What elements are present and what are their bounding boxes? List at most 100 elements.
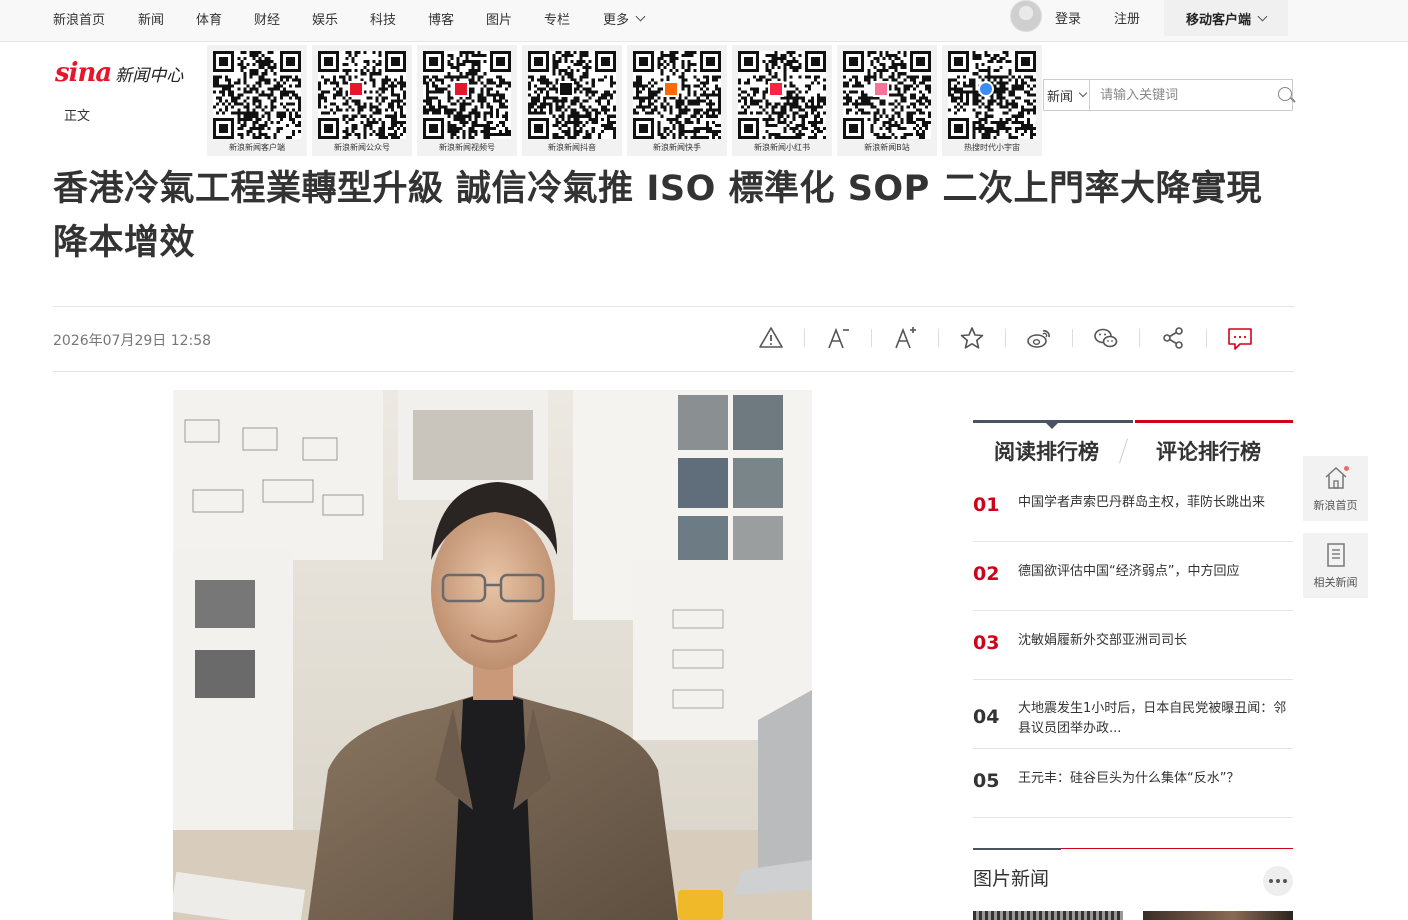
toolbar-divider: [938, 329, 939, 347]
search-box: 新闻: [1043, 79, 1293, 111]
xiaohongshu-icon: [768, 81, 784, 97]
rank-headline[interactable]: 沈敏娟履新外交部亚洲司司长: [1018, 631, 1290, 651]
qr-code-image: [948, 51, 1036, 139]
article-list-icon: [1326, 542, 1345, 567]
bilibili-icon: [873, 81, 889, 97]
mobile-client-dropdown[interactable]: 移动客户端: [1164, 0, 1288, 36]
toolbar-divider: [1139, 329, 1140, 347]
weibo-icon[interactable]: [1020, 320, 1058, 356]
article-photo: [173, 390, 812, 920]
rank-headline[interactable]: 大地震发生1小时后，日本自民党被曝丑闻：邻县议员团举办政...: [1018, 699, 1290, 739]
nav-link-news[interactable]: 新闻: [138, 9, 164, 28]
font-smaller-icon[interactable]: [819, 320, 857, 356]
chevron-down-icon: [1257, 11, 1268, 21]
float-home-label: 新浪首页: [1313, 498, 1358, 512]
nav-link-column[interactable]: 专栏: [544, 9, 570, 28]
chevron-down-icon: [635, 11, 646, 22]
user-avatar[interactable]: [1010, 0, 1042, 32]
register-link[interactable]: 注册: [1114, 8, 1140, 27]
rank-headline[interactable]: 王元丰：硅谷巨头为什么集体“反水”？: [1018, 769, 1290, 789]
nav-link-home[interactable]: 新浪首页: [53, 9, 105, 28]
article-title: 香港冷氣工程業轉型升級 誠信冷氣推 ISO 標準化 SOP 二次上門率大降實現降…: [53, 169, 1263, 263]
qr-label: 新浪新闻抖音: [548, 143, 596, 152]
photo-news-thumbnail[interactable]: [1143, 911, 1293, 920]
article-photo-image: [173, 390, 812, 920]
toolbar-divider: [871, 329, 872, 347]
qr-label: 新浪新闻客户端: [229, 143, 285, 152]
nav-link-ent[interactable]: 娱乐: [312, 9, 338, 28]
notification-dot: [1344, 466, 1349, 471]
divider: [53, 306, 1294, 307]
qr-card[interactable]: 新浪新闻小红书: [732, 45, 832, 156]
nav-more-dropdown[interactable]: 更多: [603, 9, 646, 28]
mobile-client-label: 移动客户端: [1185, 12, 1251, 28]
ranking-tabs: 阅读排行榜 评论排行榜: [973, 420, 1293, 466]
qr-label: 热搜时代小宇宙: [964, 143, 1020, 152]
toolbar-divider: [1072, 329, 1073, 347]
qr-card[interactable]: 新浪新闻抖音: [522, 45, 622, 156]
sina-news-logo[interactable]: sina 新闻中心: [55, 58, 183, 88]
rank-headline[interactable]: 德国欲评估中国“经济弱点”，中方回应: [1018, 562, 1290, 582]
float-home-button[interactable]: 新浪首页: [1303, 456, 1368, 521]
rank-number: 04: [973, 706, 1000, 728]
comment-icon[interactable]: [1221, 320, 1259, 356]
float-related-label: 相关新闻: [1313, 575, 1358, 589]
tab-comment-ranking[interactable]: 评论排行榜: [1156, 436, 1261, 466]
nav-link-blog[interactable]: 博客: [428, 9, 454, 28]
toolbar-divider: [1206, 329, 1207, 347]
toolbar-divider: [804, 329, 805, 347]
breadcrumb: 正文: [64, 109, 91, 124]
nav-link-photo[interactable]: 图片: [486, 9, 512, 28]
nav-link-finance[interactable]: 财经: [254, 9, 280, 28]
rank-number: 02: [973, 563, 1000, 585]
qr-label: 新浪新闻小红书: [754, 143, 810, 152]
login-link[interactable]: 登录: [1055, 8, 1081, 27]
toolbar-divider: [1005, 329, 1006, 347]
qr-code-strip: 新浪新闻客户端 新浪新闻公众号 新浪新闻视频号 新浪新闻抖音 新浪新闻快手 新浪…: [207, 45, 1042, 156]
kuaishou-icon: [663, 81, 679, 97]
nav-link-sports[interactable]: 体育: [196, 9, 222, 28]
qr-card[interactable]: 新浪新闻公众号: [312, 45, 412, 156]
article-date: 2026年07月29日 12:58: [53, 333, 212, 349]
photo-news-title: 图片新闻: [973, 868, 1050, 890]
photo-news-thumbnail[interactable]: [973, 911, 1123, 920]
tab-divider: [1119, 438, 1128, 464]
qr-label: 新浪新闻B站: [864, 143, 910, 152]
more-icon[interactable]: [1263, 866, 1293, 896]
active-tab-indicator: [1046, 423, 1058, 429]
article-toolbar: [752, 320, 1259, 356]
report-icon[interactable]: [752, 320, 790, 356]
qr-card[interactable]: 热搜时代小宇宙: [942, 45, 1042, 156]
list-item[interactable]: 05 王元丰：硅谷巨头为什么集体“反水”？: [973, 749, 1293, 818]
font-larger-icon[interactable]: [886, 320, 924, 356]
qr-label: 新浪新闻视频号: [439, 143, 495, 152]
wechat-icon[interactable]: [1087, 320, 1125, 356]
list-item[interactable]: 01 中国学者声索巴丹群岛主权，菲防长跳出来: [973, 473, 1293, 542]
rank-number: 03: [973, 632, 1000, 654]
list-item[interactable]: 04 大地震发生1小时后，日本自民党被曝丑闻：邻县议员团举办政...: [973, 680, 1293, 749]
divider: [53, 371, 1294, 372]
list-item[interactable]: 02 德国欲评估中国“经济弱点”，中方回应: [973, 542, 1293, 611]
qr-label: 新浪新闻公众号: [334, 143, 390, 152]
ranking-tab-bar: [1135, 420, 1293, 423]
nav-link-tech[interactable]: 科技: [370, 9, 396, 28]
share-icon[interactable]: [1154, 320, 1192, 356]
search-category-select[interactable]: 新闻: [1044, 80, 1091, 110]
qr-card[interactable]: 新浪新闻视频号: [417, 45, 517, 156]
qr-label: 新浪新闻快手: [653, 143, 701, 152]
sina-logo-text: sina: [55, 58, 112, 88]
nav-more-label: 更多: [603, 13, 630, 28]
qr-card[interactable]: 新浪新闻客户端: [207, 45, 307, 156]
qr-card[interactable]: 新浪新闻B站: [837, 45, 937, 156]
favorite-icon[interactable]: [953, 320, 991, 356]
tab-read-ranking[interactable]: 阅读排行榜: [994, 436, 1099, 466]
qr-card[interactable]: 新浪新闻快手: [627, 45, 727, 156]
rank-headline[interactable]: 中国学者声索巴丹群岛主权，菲防长跳出来: [1018, 493, 1290, 513]
search-input[interactable]: [1090, 80, 1271, 110]
float-related-button[interactable]: 相关新闻: [1303, 533, 1368, 598]
xiaoyuzhou-icon: [978, 81, 994, 97]
rank-number: 01: [973, 494, 1000, 516]
search-icon[interactable]: [1270, 80, 1292, 110]
section-rule: [1061, 848, 1293, 849]
list-item[interactable]: 03 沈敏娟履新外交部亚洲司司长: [973, 611, 1293, 680]
